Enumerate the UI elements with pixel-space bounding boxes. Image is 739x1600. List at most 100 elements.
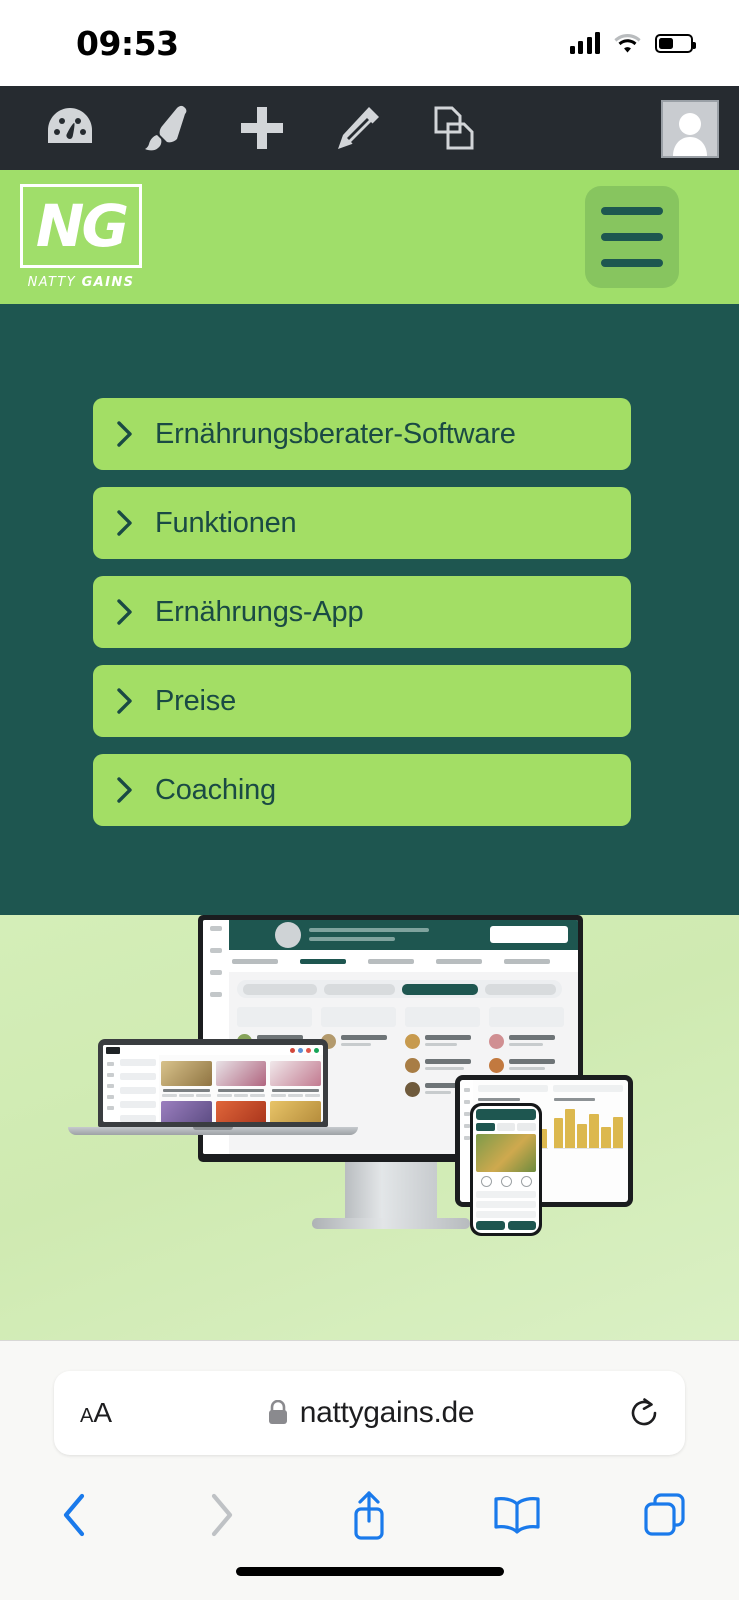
hamburger-bar: [601, 233, 663, 241]
nav-item-ernaehrungs-app[interactable]: Ernährungs-App: [93, 576, 631, 648]
hero-device-mockup: [0, 915, 739, 1340]
ios-status-bar: 09:53: [0, 0, 739, 86]
url-text: nattygains.de: [299, 1396, 475, 1429]
recipe-card: [270, 1101, 321, 1122]
laptop-sidebar: [103, 1055, 117, 1122]
recipe-card: [270, 1061, 321, 1097]
back-button[interactable]: [0, 1492, 148, 1538]
monitor-tab: [231, 958, 278, 964]
monitor-meal-thumb: [489, 1034, 504, 1049]
nav-item-label: Ernährungs-App: [155, 595, 364, 628]
recipe-card: [161, 1061, 212, 1097]
reload-icon[interactable]: [629, 1397, 659, 1429]
nav-item-funktionen[interactable]: Funktionen: [93, 487, 631, 559]
monitor-day-header: [321, 1007, 396, 1027]
monitor-client-avatar: [275, 922, 301, 948]
monitor-meal-row: [405, 1058, 480, 1073]
laptop-app-logo: [106, 1047, 120, 1054]
wifi-icon: [614, 34, 641, 53]
monitor-tab: [367, 958, 414, 964]
plus-icon[interactable]: [214, 86, 310, 170]
monitor-sidebar-item: [210, 992, 222, 997]
nav-item-coaching[interactable]: Coaching: [93, 754, 631, 826]
monitor-base: [311, 1218, 470, 1229]
chevron-right-icon: [93, 509, 155, 537]
monitor-tab: [435, 958, 482, 964]
monitor-date-chip: [485, 983, 556, 995]
nav-item-label: Ernährungsberater-Software: [155, 417, 516, 450]
recipe-card: [215, 1101, 267, 1122]
dashboard-icon[interactable]: [22, 86, 118, 170]
phone-screen: 09:53 NG NATTY GAINS Ernährungsberater-S…: [0, 0, 739, 1600]
monitor-date-chip-active: [402, 983, 479, 995]
smartphone-screen: [473, 1106, 539, 1233]
smartphone-tabs: [476, 1123, 537, 1131]
avatar[interactable]: [661, 100, 719, 158]
hamburger-menu-button[interactable]: [585, 186, 679, 288]
home-indicator: [235, 1567, 504, 1576]
forward-button[interactable]: [148, 1492, 296, 1538]
logo-mark: NG: [35, 192, 129, 260]
chevron-right-icon: [93, 420, 155, 448]
tablet-header-row: [478, 1085, 623, 1092]
duplicate-icon[interactable]: [406, 86, 502, 170]
monitor-sidebar-item: [210, 926, 222, 931]
smartphone-app-header: [476, 1109, 536, 1120]
safari-nav-row: [0, 1469, 739, 1561]
logo-wordmark-light: NATTY: [27, 275, 82, 290]
logo-mark-box: NG: [20, 184, 142, 268]
laptop-screen: [103, 1045, 323, 1122]
chart-title: [553, 1098, 596, 1101]
monitor-meal-thumb: [405, 1058, 420, 1073]
status-bar-clock: 09:53: [76, 23, 179, 63]
paintbrush-icon[interactable]: [118, 86, 214, 170]
nav-item-preise[interactable]: Preise: [93, 665, 631, 737]
recipe-card: [161, 1101, 212, 1122]
bookmarks-button[interactable]: [443, 1495, 591, 1535]
hamburger-bar: [601, 207, 663, 215]
logo-wordmark: NATTY GAINS: [20, 275, 142, 290]
monitor-app-header: [203, 920, 578, 950]
monitor-day-header: [237, 1007, 312, 1027]
hamburger-bar: [601, 259, 663, 267]
monitor-tab: [503, 958, 550, 964]
share-button[interactable]: [296, 1489, 444, 1541]
tablet-chart-right: [553, 1098, 624, 1149]
nav-item-ernaehrungsberater-software[interactable]: Ernährungsberater-Software: [93, 398, 631, 470]
tabs-button[interactable]: [591, 1492, 739, 1538]
laptop-lid: [98, 1039, 328, 1127]
laptop-app-topbar: [103, 1045, 323, 1055]
monitor-sidebar-item: [210, 970, 222, 975]
url-bar[interactable]: AA nattygains.de: [54, 1371, 685, 1455]
monitor-meal-thumb: [489, 1058, 504, 1073]
mockup-laptop: [68, 1039, 358, 1135]
chevron-right-icon: [93, 598, 155, 626]
laptop-notch: [193, 1127, 233, 1130]
site-logo[interactable]: NG NATTY GAINS: [20, 184, 142, 290]
text-size-button[interactable]: AA: [80, 1397, 112, 1429]
monitor-meal-thumb: [405, 1034, 420, 1049]
chart-bars: [553, 1105, 624, 1149]
nav-list: Ernährungsberater-Software Funktionen Er…: [93, 398, 631, 843]
monitor-sidebar-item: [210, 948, 222, 953]
monitor-meal-row: [489, 1058, 564, 1073]
url-display[interactable]: nattygains.de: [112, 1396, 629, 1430]
laptop-app-status-dots: [290, 1048, 319, 1053]
monitor-day-header: [405, 1007, 480, 1027]
monitor-client-name: [309, 928, 429, 932]
nav-item-label: Preise: [155, 684, 236, 717]
smartphone-detail-rows: [476, 1191, 536, 1218]
monitor-tab-active: [299, 958, 346, 964]
cellular-bars-icon: [569, 32, 600, 54]
chevron-right-icon: [93, 687, 155, 715]
smartphone-nutrient-icons: [476, 1176, 536, 1187]
smartphone-action-buttons: [476, 1221, 536, 1230]
smartphone-recipe-image: [476, 1134, 536, 1172]
monitor-stand: [344, 1162, 437, 1224]
laptop-filter-panel: [117, 1055, 159, 1122]
monitor-meal-row: [405, 1034, 480, 1049]
site-header: NG NATTY GAINS: [0, 170, 739, 304]
monitor-date-range-tabs: [237, 980, 562, 998]
pencil-icon[interactable]: [310, 86, 406, 170]
monitor-client-meta: [309, 937, 395, 941]
